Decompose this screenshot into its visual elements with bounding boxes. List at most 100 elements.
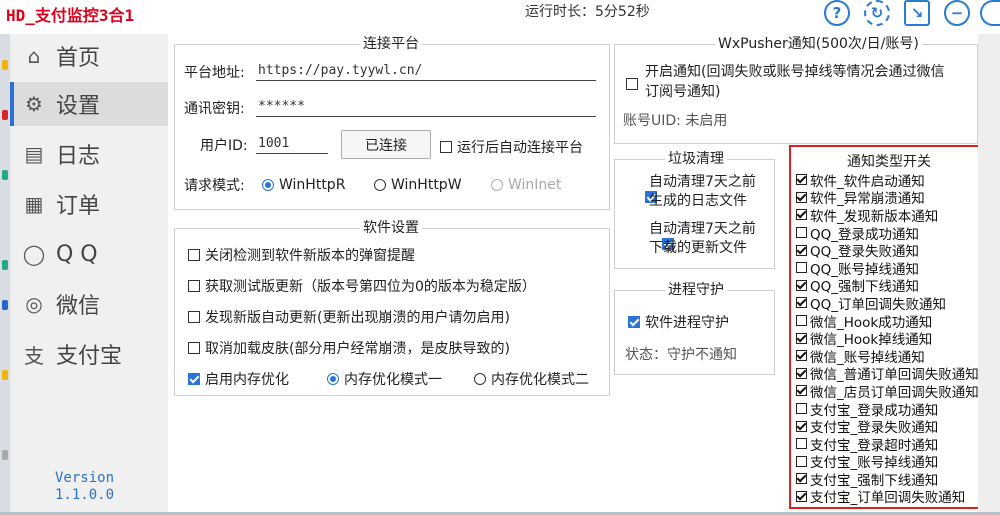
- right-scroll-area[interactable]: [978, 34, 1000, 512]
- notify-checkbox[interactable]: [796, 297, 807, 309]
- mode-label: WinHttpW: [391, 177, 462, 193]
- refresh-icon[interactable]: ↻: [864, 0, 890, 26]
- user-id-field[interactable]: [256, 134, 328, 154]
- notify-item[interactable]: 软件_发现新版本通知: [796, 206, 979, 225]
- wxpusher-enable-label: 开启通知(回调失败或账号掉线等情况会通过微信 订阅号通知): [645, 62, 944, 102]
- option-checkbox[interactable]: [188, 342, 200, 354]
- option-label: 关闭检测到软件新版本的弹窗提醒: [205, 248, 415, 264]
- notify-checkbox[interactable]: [796, 385, 807, 397]
- version-number: 1.1.0.0: [55, 487, 115, 503]
- notify-item[interactable]: QQ_强制下线通知: [796, 277, 979, 295]
- platform-url-field[interactable]: [256, 61, 596, 81]
- memory-mode-1-radio[interactable]: [327, 373, 339, 385]
- notify-item[interactable]: 微信_账号掉线通知: [796, 347, 979, 366]
- notify-item[interactable]: QQ_登录失败通知: [796, 241, 979, 260]
- notify-checkbox[interactable]: [796, 455, 807, 467]
- notify-item[interactable]: QQ_登录成功通知: [796, 224, 979, 243]
- memory-mode-2-option[interactable]: 内存优化模式二: [474, 369, 589, 389]
- option-memory-optimize[interactable]: 启用内存优化: [188, 369, 289, 389]
- notify-item[interactable]: 支付宝_订单回调失败通知: [796, 488, 979, 506]
- mode-option-wininet: WinInet: [491, 177, 561, 193]
- option-checkbox[interactable]: [188, 311, 200, 323]
- mode-label: WinHttpR: [279, 177, 346, 193]
- notify-checkbox[interactable]: [796, 473, 807, 485]
- cleanup-line: 生成的日志文件: [649, 193, 747, 209]
- cleanup-updates-label: 自动清理7天之前 下载的更新文件: [649, 220, 756, 258]
- notify-item[interactable]: 支付宝_登录失败通知: [796, 417, 979, 436]
- close-icon[interactable]: [980, 0, 1000, 26]
- notify-checkbox[interactable]: [796, 438, 807, 450]
- option-checkbox[interactable]: [188, 280, 200, 292]
- notify-item[interactable]: 微信_Hook成功通知: [796, 312, 979, 331]
- notify-checkbox[interactable]: [796, 279, 807, 291]
- notify-checkbox[interactable]: [796, 227, 807, 239]
- version-label: Version 1.1.0.0: [55, 470, 114, 504]
- notify-item[interactable]: 微信_店员订单回调失败通知: [796, 382, 979, 401]
- version-title: Version: [55, 470, 115, 486]
- memory-mode-1-option[interactable]: 内存优化模式一: [327, 369, 442, 389]
- notify-item[interactable]: 软件_软件启动通知: [796, 171, 979, 190]
- notify-checkbox[interactable]: [796, 367, 807, 379]
- mode-option-winhttpr[interactable]: WinHttpR: [262, 177, 345, 193]
- connect-button[interactable]: 已连接: [341, 130, 431, 159]
- notify-item[interactable]: QQ_账号掉线通知: [796, 259, 979, 278]
- notify-checkbox[interactable]: [796, 420, 807, 432]
- notify-item[interactable]: 支付宝_登录成功通知: [796, 400, 979, 419]
- mode-winhttpw-radio[interactable]: [374, 179, 386, 191]
- notify-item[interactable]: 微信_Hook掉线通知: [796, 329, 979, 348]
- option-label: 发现新版自动更新(更新出现崩溃的用户请勿启用): [205, 310, 510, 326]
- option-auto-update[interactable]: 发现新版自动更新(更新出现崩溃的用户请勿启用): [188, 307, 510, 327]
- notify-item[interactable]: 微信_普通订单回调失败通知: [796, 365, 979, 383]
- notify-item[interactable]: 支付宝_登录超时通知: [796, 435, 979, 454]
- sidebar-item-home[interactable]: ⌂ 首页: [10, 34, 168, 78]
- sidebar-item-log[interactable]: ▤ 日志: [10, 132, 168, 176]
- sidebar-item-qq[interactable]: ◯ Q Q: [10, 232, 168, 276]
- notify-item[interactable]: QQ_订单回调失败通知: [796, 294, 979, 313]
- qq-icon: ◯: [22, 242, 46, 266]
- group-legend: 进程守护: [665, 282, 727, 298]
- comm-key-label: 通讯密钥:: [184, 101, 245, 117]
- process-guard-option[interactable]: 软件进程守护: [628, 312, 729, 332]
- sidebar-item-alipay[interactable]: 支 支付宝: [10, 332, 168, 376]
- group-legend: 软件设置: [360, 220, 422, 236]
- auto-connect-option[interactable]: 运行后自动连接平台: [440, 137, 583, 157]
- minimize-to-tray-icon[interactable]: ↘: [904, 0, 930, 26]
- wxpusher-enable-checkbox[interactable]: [626, 77, 638, 90]
- wechat-icon: ◎: [25, 292, 43, 316]
- auto-connect-checkbox[interactable]: [440, 141, 452, 153]
- cleanup-line: 下载的更新文件: [649, 240, 747, 256]
- notify-checkbox[interactable]: [796, 209, 807, 221]
- mode-label: WinInet: [508, 177, 562, 193]
- option-close-update-popup[interactable]: 关闭检测到软件新版本的弹窗提醒: [188, 245, 415, 265]
- notify-checkbox[interactable]: [796, 191, 807, 203]
- minimize-icon[interactable]: −: [944, 0, 970, 26]
- group-legend: 连接平台: [360, 36, 422, 52]
- memory-mode-2-radio[interactable]: [474, 373, 486, 385]
- notify-item[interactable]: 支付宝_强制下线通知: [796, 470, 979, 489]
- notify-checkbox[interactable]: [796, 350, 807, 362]
- option-label: 取消加载皮肤(部分用户经常崩溃，是皮肤导致的): [205, 341, 510, 357]
- option-beta-updates[interactable]: 获取测试版更新（版本号第四位为0的版本为稳定版）: [188, 276, 536, 296]
- notify-checkbox[interactable]: [796, 244, 807, 256]
- sidebar-item-wechat[interactable]: ◎ 微信: [10, 282, 168, 326]
- notify-checkbox[interactable]: [796, 262, 807, 274]
- option-checkbox[interactable]: [188, 249, 200, 261]
- sidebar-item-settings[interactable]: ⚙ 设置: [10, 82, 168, 126]
- notify-checkbox[interactable]: [796, 490, 807, 502]
- help-icon[interactable]: ?: [824, 0, 850, 26]
- notify-item[interactable]: 软件_异常崩溃通知: [796, 189, 979, 207]
- notify-checkbox[interactable]: [796, 174, 807, 186]
- memory-optimize-checkbox[interactable]: [188, 373, 200, 385]
- sidebar-item-orders[interactable]: ▦ 订单: [10, 182, 168, 226]
- notify-checkbox[interactable]: [796, 332, 807, 344]
- cleanup-line: 自动清理7天之前: [649, 174, 756, 190]
- notify-item[interactable]: 支付宝_账号掉线通知: [796, 453, 979, 471]
- process-guard-status: 状态：守护不通知: [625, 347, 737, 363]
- comm-key-field[interactable]: [256, 97, 596, 117]
- mode-option-winhttpw[interactable]: WinHttpW: [374, 177, 462, 193]
- option-disable-skin[interactable]: 取消加载皮肤(部分用户经常崩溃，是皮肤导致的): [188, 338, 510, 358]
- notify-checkbox[interactable]: [796, 403, 807, 415]
- process-guard-checkbox[interactable]: [628, 316, 640, 328]
- mode-winhttpr-radio[interactable]: [262, 179, 274, 191]
- notify-checkbox[interactable]: [796, 315, 807, 327]
